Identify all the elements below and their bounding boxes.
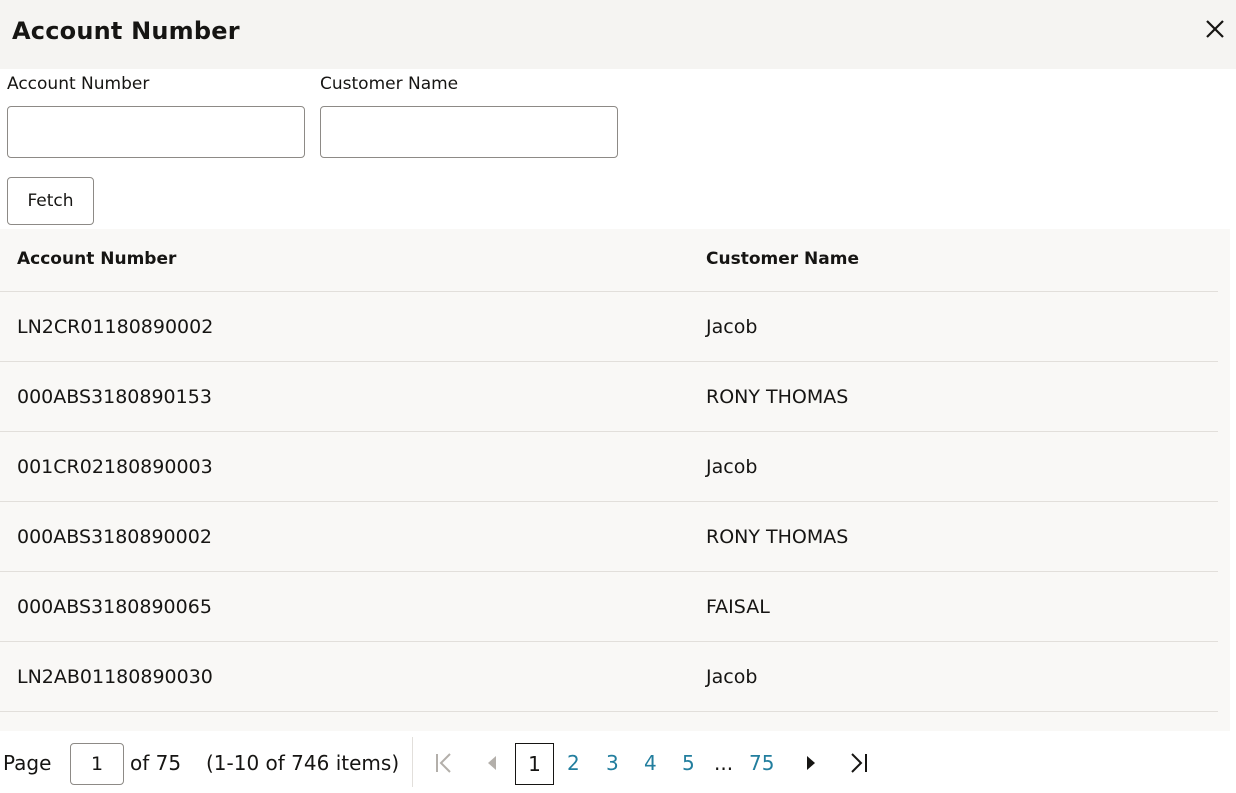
pagination-ellipsis: ... [714, 751, 734, 775]
items-summary: (1-10 of 746 items) [206, 751, 400, 775]
account-number-cell: 000ABS3180890153 [17, 386, 212, 408]
page-button-5[interactable]: 5 [682, 751, 695, 775]
dialog-title: Account Number [12, 17, 240, 45]
table-header: Account Number Customer Name [0, 229, 1218, 292]
customer-name-cell: RONY THOMAS [706, 386, 849, 408]
page-button-4[interactable]: 4 [644, 751, 657, 775]
column-header-customer-name[interactable]: Customer Name [706, 249, 859, 269]
account-number-input[interactable] [7, 106, 305, 158]
close-icon[interactable] [1200, 14, 1230, 44]
previous-page-icon[interactable] [478, 749, 506, 777]
column-header-account-number[interactable]: Account Number [17, 249, 176, 269]
table-row[interactable]: 001CR02180890003 Jacob [0, 432, 1218, 502]
customer-name-label: Customer Name [320, 74, 459, 94]
page-button-last[interactable]: 75 [749, 751, 774, 775]
page-label: Page [3, 751, 52, 775]
account-number-cell: 000ABS3180890065 [17, 596, 212, 618]
results-table: Account Number Customer Name LN2CR011808… [0, 229, 1230, 731]
last-page-icon[interactable] [845, 749, 873, 777]
account-number-cell: LN2AB01180890030 [17, 666, 213, 688]
customer-name-input[interactable] [320, 106, 618, 158]
first-page-icon[interactable] [430, 749, 458, 777]
customer-name-cell: Jacob [706, 666, 758, 688]
page-button-3[interactable]: 3 [606, 751, 619, 775]
customer-name-cell: RONY THOMAS [706, 526, 849, 548]
fetch-button[interactable]: Fetch [7, 177, 94, 225]
table-row[interactable]: LN2AB01180890030 Jacob [0, 642, 1218, 712]
account-number-cell: LN2CR01180890002 [17, 316, 214, 338]
page-button-2[interactable]: 2 [567, 751, 580, 775]
customer-name-cell: FAISAL [706, 596, 770, 618]
table-row[interactable]: 000ABS3180890002 RONY THOMAS [0, 502, 1218, 572]
dialog-header: Account Number [0, 0, 1236, 69]
pagination-bar: Page of 75 (1-10 of 746 items) 1 2 3 4 5… [0, 731, 1236, 793]
customer-name-cell: Jacob [706, 456, 758, 478]
table-row[interactable]: 000ABS3180890065 FAISAL [0, 572, 1218, 642]
customer-name-cell: Jacob [706, 316, 758, 338]
account-number-label: Account Number [7, 74, 150, 94]
pagination-divider [412, 737, 413, 787]
table-row[interactable]: 000ABS3180890153 RONY THOMAS [0, 362, 1218, 432]
page-button-current[interactable]: 1 [515, 743, 554, 785]
page-number-input[interactable] [70, 743, 124, 785]
table-row[interactable]: LN2CR01180890002 Jacob [0, 292, 1218, 362]
next-page-icon[interactable] [797, 749, 825, 777]
account-number-cell: 000ABS3180890002 [17, 526, 212, 548]
account-number-cell: 001CR02180890003 [17, 456, 213, 478]
page-total: of 75 [130, 751, 182, 775]
